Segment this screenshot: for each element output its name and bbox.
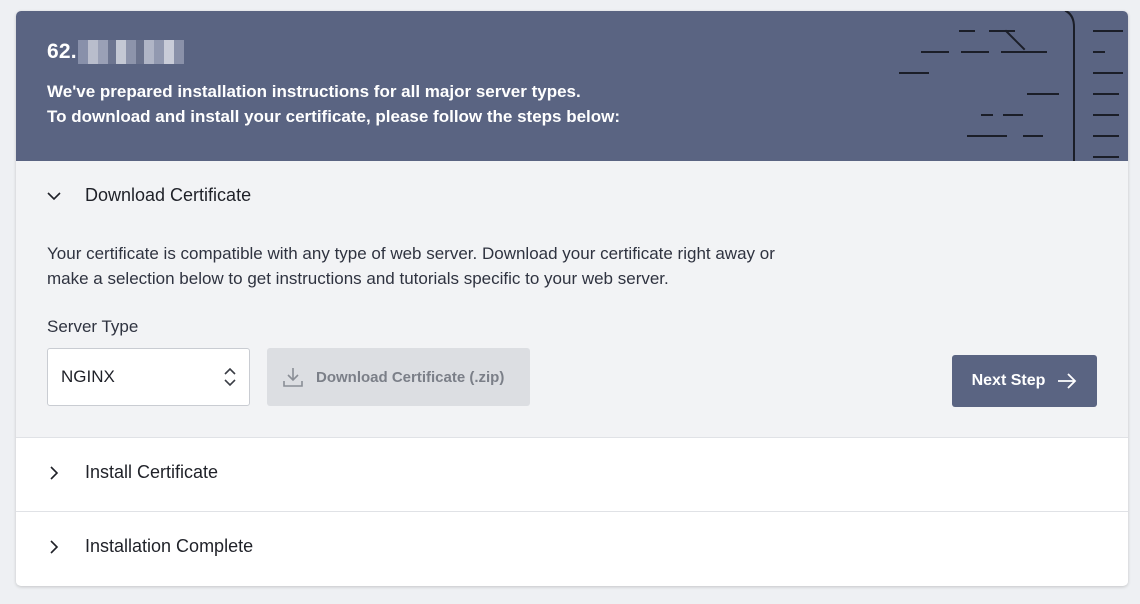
server-type-select[interactable]: NGINX <box>47 348 250 406</box>
ip-prefix: 62. <box>47 40 77 63</box>
installation-header: 62. We've prepared installation instruct… <box>16 11 1128 161</box>
step-install-certificate-toggle[interactable]: Install Certificate <box>47 462 218 483</box>
chevron-down-icon <box>47 191 61 200</box>
step-description: Your certificate is compatible with any … <box>47 244 775 288</box>
download-icon <box>283 368 303 387</box>
step-installation-complete: Installation Complete <box>16 512 1128 585</box>
next-step-label: Next Step <box>971 372 1046 389</box>
step-title: Download Certificate <box>85 185 252 205</box>
server-illustration-icon <box>899 11 1123 161</box>
arrow-right-icon <box>1058 373 1077 389</box>
updown-icon <box>224 367 236 387</box>
step-install-certificate: Install Certificate <box>16 438 1128 512</box>
chevron-right-icon <box>50 465 59 480</box>
server-type-label: Server Type <box>47 317 139 336</box>
step-title: Install Certificate <box>85 462 219 482</box>
download-certificate-label: Download Certificate (.zip) <box>316 368 505 386</box>
download-certificate-button[interactable]: Download Certificate (.zip) <box>267 348 530 406</box>
next-step-button[interactable]: Next Step <box>952 355 1097 407</box>
step-installation-complete-toggle[interactable]: Installation Complete <box>47 536 253 557</box>
certificate-installation-card: 62. We've prepared installation instruct… <box>16 11 1128 586</box>
server-type-value: NGINX <box>61 367 115 386</box>
step-download-certificate-toggle[interactable]: Download Certificate <box>47 185 251 206</box>
step-title: Installation Complete <box>85 536 254 556</box>
step-download-certificate: Download Certificate Your certificate is… <box>16 161 1128 438</box>
ip-redacted-block <box>77 40 184 64</box>
chevron-right-icon <box>50 539 59 554</box>
